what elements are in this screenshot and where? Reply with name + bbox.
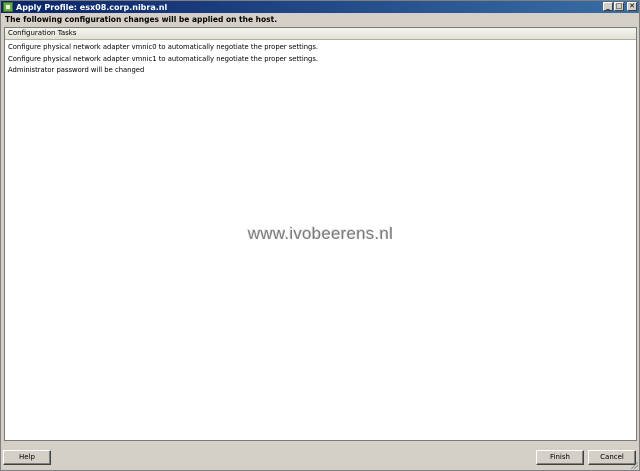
column-header-configuration-tasks[interactable]: Configuration Tasks bbox=[5, 28, 636, 40]
watermark-text: www.ivobeerens.nl bbox=[247, 224, 394, 243]
task-list: Configure physical network adapter vmnic… bbox=[5, 40, 636, 77]
minimize-button[interactable]: _ bbox=[603, 2, 613, 11]
close-button[interactable]: ✕ bbox=[627, 2, 637, 11]
dialog-footer: Help Finish Cancel bbox=[1, 442, 639, 470]
window-title: Apply Profile: esx08.corp.nibra.nl bbox=[16, 2, 168, 12]
title-bar[interactable]: Apply Profile: esx08.corp.nibra.nl _ □ ✕ bbox=[1, 1, 639, 13]
apply-profile-dialog: Apply Profile: esx08.corp.nibra.nl _ □ ✕… bbox=[0, 0, 640, 471]
finish-button[interactable]: Finish bbox=[536, 450, 584, 465]
app-icon bbox=[3, 2, 13, 12]
task-row[interactable]: Configure physical network adapter vmnic… bbox=[5, 54, 636, 66]
resize-grip-icon[interactable] bbox=[630, 461, 638, 469]
maximize-button[interactable]: □ bbox=[614, 2, 624, 11]
window-controls: _ □ ✕ bbox=[603, 2, 637, 11]
header-message: The following configuration changes will… bbox=[5, 15, 278, 24]
cancel-button[interactable]: Cancel bbox=[588, 450, 636, 465]
task-row[interactable]: Administrator password will be changed bbox=[5, 65, 636, 77]
task-row[interactable]: Configure physical network adapter vmnic… bbox=[5, 42, 636, 54]
configuration-tasks-list[interactable]: Configuration Tasks Configure physical n… bbox=[4, 27, 637, 441]
help-button[interactable]: Help bbox=[3, 450, 51, 465]
